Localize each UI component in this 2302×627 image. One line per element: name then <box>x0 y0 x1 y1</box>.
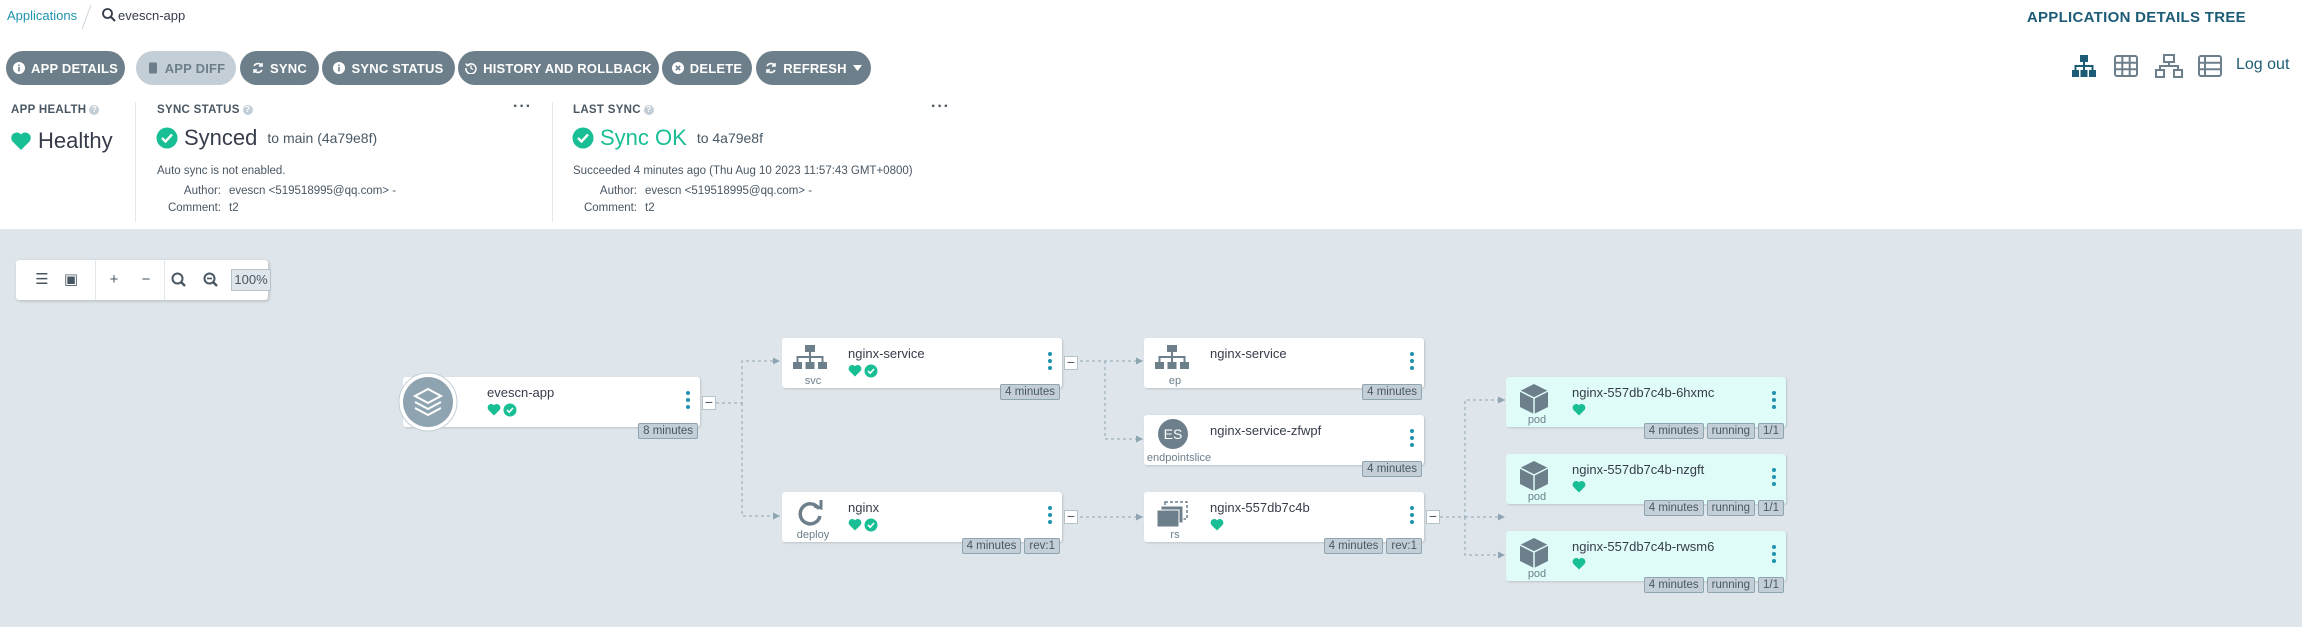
pod-cube-icon <box>1519 461 1549 491</box>
rs-node-status <box>1210 518 1224 532</box>
pod-node-tags: 4 minutes running 1/1 <box>1643 423 1784 439</box>
ep-node[interactable]: ep nginx-service 4 minutes <box>1144 338 1424 400</box>
svc-node-name: nginx-service <box>848 346 925 361</box>
check-circle-icon <box>864 518 878 532</box>
svc-node-tags: 4 minutes <box>1000 384 1060 400</box>
deploy-node-status <box>848 518 878 532</box>
collapse-toggle[interactable]: − <box>1426 509 1440 524</box>
deployment-sync-icon <box>798 500 823 526</box>
heart-icon <box>487 404 501 416</box>
es-node-tags: 4 minutes <box>1362 461 1422 477</box>
deploy-node-tags: 4 minutes rev:1 <box>961 538 1060 554</box>
edge-svc-es <box>1104 361 1143 440</box>
ep-node-name: nginx-service <box>1210 346 1287 361</box>
edge-app-deploy <box>741 403 780 517</box>
node-kind-label: ep <box>1168 375 1182 387</box>
pod-node[interactable]: pod nginx-557db7c4b-6hxmc 4 minutes runni… <box>1506 377 1786 439</box>
pod-node-status <box>1572 403 1586 417</box>
pod-node[interactable]: pod nginx-557db7c4b-nzgft 4 minutes runni… <box>1506 454 1786 516</box>
node-kind-label: pod <box>1527 491 1547 503</box>
node-menu-icon[interactable] <box>1772 391 1776 409</box>
node-menu-icon[interactable] <box>1410 352 1414 370</box>
pod-node-tags: 4 minutes running 1/1 <box>1643 577 1784 593</box>
es-node-name: nginx-service-zfwpf <box>1210 423 1322 438</box>
svc-node[interactable]: svc nginx-service 4 minutes <box>782 338 1062 400</box>
pod-node-tags: 4 minutes running 1/1 <box>1643 500 1784 516</box>
heart-icon <box>1210 519 1224 531</box>
node-menu-icon[interactable] <box>1048 352 1052 370</box>
collapse-toggle[interactable]: − <box>702 395 716 410</box>
node-kind-label: pod <box>1527 568 1547 580</box>
check-circle-icon <box>503 403 517 417</box>
node-menu-icon[interactable] <box>1410 506 1414 524</box>
node-kind-label: pod <box>1527 414 1547 426</box>
endpoints-network-icon <box>1155 345 1189 369</box>
pod-node[interactable]: pod nginx-557db7c4b-rwsm6 4 minutes runni… <box>1506 531 1786 593</box>
endpointslice-badge-icon: ES <box>1158 419 1188 449</box>
replicaset-icon <box>1156 501 1188 528</box>
node-kind-label: rs <box>1170 529 1180 541</box>
pod-node-status <box>1572 480 1586 494</box>
heart-icon <box>1572 404 1586 416</box>
pod-node-name: nginx-557db7c4b-rwsm6 <box>1572 539 1715 554</box>
node-kind-label: svc <box>804 375 822 387</box>
node-menu-icon[interactable] <box>1410 429 1414 447</box>
app-node-tags: 8 minutes <box>638 423 698 439</box>
app-node-name: evescn-app <box>487 385 555 400</box>
pod-node-status <box>1572 557 1586 571</box>
collapse-toggle[interactable]: − <box>1064 509 1078 524</box>
edge-rs-pod1 <box>1440 399 1505 518</box>
heart-icon <box>848 365 862 377</box>
rs-node-tags: 4 minutes rev:1 <box>1323 538 1422 554</box>
endpointslice-node[interactable]: ES endpointslice nginx-service-zfwpf 4 m… <box>1144 415 1424 477</box>
pod-cube-icon <box>1519 538 1549 568</box>
collapse-toggle[interactable]: − <box>1064 355 1078 370</box>
edge-app-svc <box>710 360 780 404</box>
node-kind-label: endpointslice <box>1146 452 1212 464</box>
app-node-status <box>487 403 517 417</box>
heart-icon <box>848 519 862 531</box>
node-kind-label: deploy <box>796 529 830 541</box>
ep-node-tags: 4 minutes <box>1362 384 1422 400</box>
node-menu-icon[interactable] <box>1772 468 1776 486</box>
heart-icon <box>1572 558 1586 570</box>
pod-cube-icon <box>1519 384 1549 414</box>
application-layers-icon <box>398 372 458 432</box>
node-menu-icon[interactable] <box>686 391 690 409</box>
deploy-node[interactable]: deploy nginx 4 minutes rev:1 <box>782 492 1062 554</box>
node-menu-icon[interactable] <box>1048 506 1052 524</box>
svc-node-status <box>848 364 878 378</box>
pod-node-name: nginx-557db7c4b-6hxmc <box>1572 385 1715 400</box>
check-circle-icon <box>864 364 878 378</box>
heart-icon <box>1572 481 1586 493</box>
edge-rs-pod3 <box>1464 517 1505 556</box>
pod-node-name: nginx-557db7c4b-nzgft <box>1572 462 1705 477</box>
service-network-icon <box>793 345 827 369</box>
app-node[interactable]: evescn-app 8 minutes <box>398 372 700 439</box>
rs-node-name: nginx-557db7c4b <box>1210 500 1310 515</box>
rs-node[interactable]: rs nginx-557db7c4b 4 minutes rev:1 <box>1144 492 1424 554</box>
node-menu-icon[interactable] <box>1772 545 1776 563</box>
deploy-node-name: nginx <box>848 500 880 515</box>
